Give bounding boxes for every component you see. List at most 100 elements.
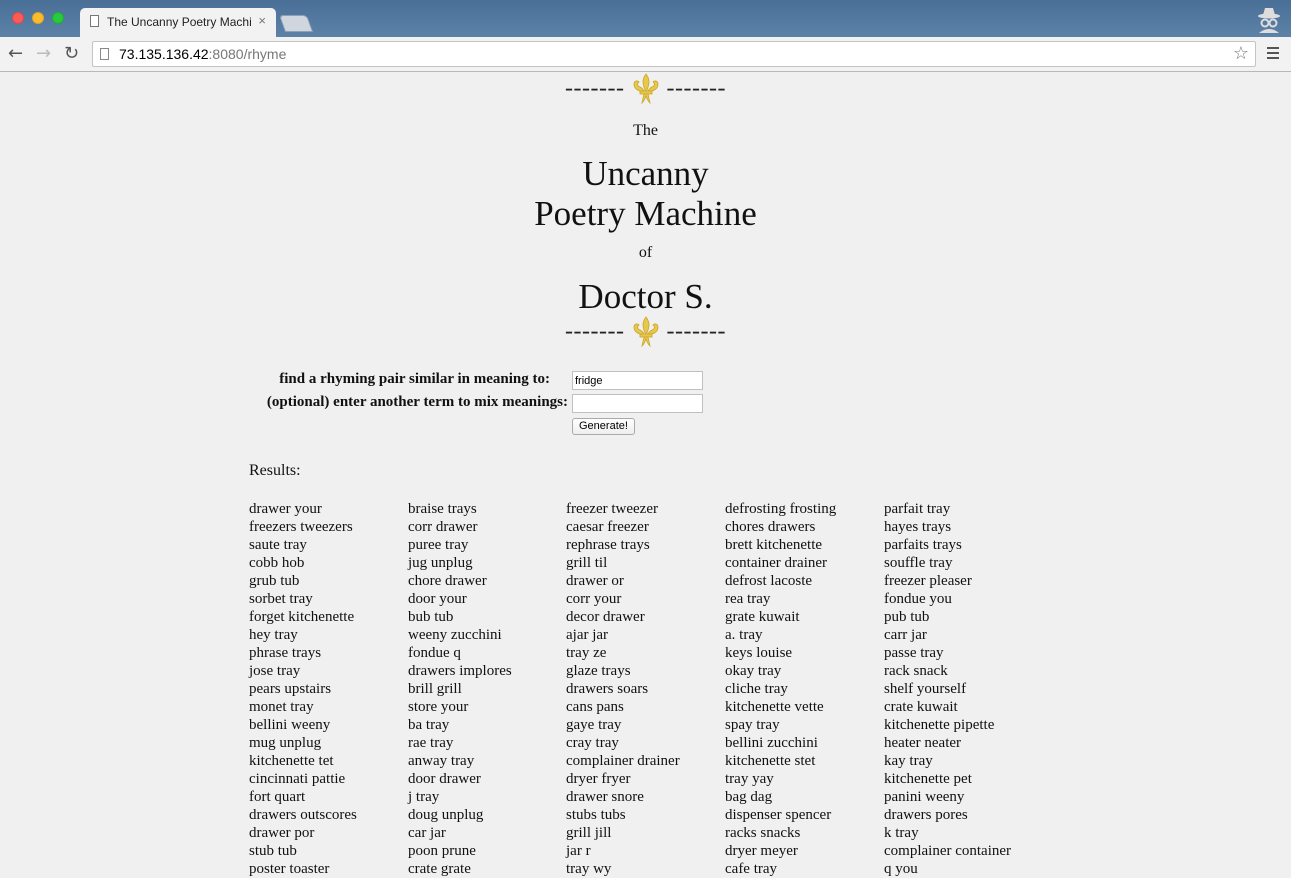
results-column: parfait tray hayes trays parfaits trays sou… — [884, 500, 1043, 878]
rhyme-result-item: anway tray — [408, 753, 475, 769]
rhyme-result-item: fort quart — [249, 789, 306, 805]
maximize-window-button[interactable] — [52, 12, 64, 24]
rhyme-result-item: grate kuwait — [725, 609, 800, 625]
browser-tab[interactable]: The Uncanny Poetry Machi × — [80, 8, 276, 37]
back-arrow-icon[interactable]: ← — [8, 43, 23, 64]
rhyme-result-item: rea tray — [725, 591, 771, 607]
rhyme-result-item: dryer fryer — [566, 771, 631, 787]
rhyme-result-item: okay tray — [725, 663, 782, 679]
rhyme-result-item: j tray — [408, 789, 440, 805]
divider-dashes-left: ------- — [565, 75, 625, 102]
rhyme-result-item: ajar jar — [566, 627, 609, 643]
rhyme-result-item: heater neater — [884, 735, 962, 751]
fleur-de-lis-icon — [633, 73, 658, 105]
rhyme-result-item: kitchenette pet — [884, 771, 972, 787]
rhyme-result-item: pears upstairs — [249, 681, 332, 697]
bookmark-star-icon[interactable]: ☆ — [1233, 43, 1249, 64]
rhyme-result-item: brill grill — [408, 681, 462, 697]
rhyme-result-item: rae tray — [408, 735, 454, 751]
rhyme-result-item: kitchenette pipette — [884, 717, 995, 733]
rhyme-result-item: container drainer — [725, 555, 828, 571]
rhyme-result-item: passe tray — [884, 645, 944, 661]
rhyme-result-item: defrosting frosting — [725, 501, 837, 517]
rhyme-result-item: bellini weeny — [249, 717, 331, 733]
title-of: of — [638, 244, 653, 261]
rhyme-result-item: rephrase trays — [566, 537, 650, 553]
mix-meaning-input[interactable] — [572, 394, 703, 413]
rhyme-result-item: freezer pleaser — [884, 573, 972, 589]
rhyme-result-item: freezers tweezers — [249, 519, 353, 535]
results-column: defrosting frosting chores drawers brett k… — [725, 500, 884, 878]
minimize-window-button[interactable] — [32, 12, 44, 24]
rhyme-result-item: fondue q — [408, 645, 461, 661]
page-content: ------- ------- The Uncanny Poetry Machi… — [0, 72, 1291, 877]
rhyme-result-item: store your — [408, 699, 469, 715]
divider-dashes-right: ------- — [666, 75, 726, 102]
rhyme-result-item: chore drawer — [408, 573, 487, 589]
rhyme-result-item: drawer or — [566, 573, 624, 589]
rhyme-result-item: q you — [884, 861, 918, 877]
rhyme-result-item: dispenser spencer — [725, 807, 832, 823]
rhyme-result-item: souffle tray — [884, 555, 953, 571]
reload-icon[interactable]: ↻ — [64, 43, 79, 64]
rhyme-result-item: jose tray — [249, 663, 301, 679]
page-icon — [90, 15, 99, 27]
rhyme-result-item: hayes trays — [884, 519, 952, 535]
rhyme-result-item: stub tub — [249, 843, 297, 859]
rhyme-result-item: weeny zucchini — [408, 627, 502, 643]
rhyme-result-item: kitchenette tet — [249, 753, 334, 769]
rhyme-result-item: cincinnati pattie — [249, 771, 346, 787]
url-text[interactable]: 73.135.136.42:8080/rhyme — [119, 46, 286, 62]
rhyme-result-item: poster toaster — [249, 861, 330, 877]
rhyme-result-item: grub tub — [249, 573, 300, 589]
rhyme-result-item: tray ze — [566, 645, 607, 661]
rhyme-result-item: bag dag — [725, 789, 773, 805]
author-title: Doctor S. — [578, 277, 713, 316]
rhyme-result-item: corr your — [566, 591, 622, 607]
meaning-label: find a rhyming pair similar in meaning t… — [279, 371, 550, 387]
rhyme-result-item: grill jill — [566, 825, 612, 841]
rhyme-result-item: braise trays — [408, 501, 477, 517]
rhyme-result-item: parfait tray — [884, 501, 951, 517]
rhyme-result-item: chores drawers — [725, 519, 816, 535]
page-icon — [100, 48, 109, 60]
fleur-de-lis-icon — [633, 316, 658, 348]
results-label: Results: — [249, 462, 301, 479]
rhyme-result-item: dryer meyer — [725, 843, 798, 859]
rhyme-result-item: saute tray — [249, 537, 307, 553]
close-window-button[interactable] — [12, 12, 24, 24]
tab-close-icon[interactable]: × — [258, 13, 266, 28]
rhyme-result-item: cans pans — [566, 699, 624, 715]
mix-meaning-label: (optional) enter another term to mix mea… — [266, 394, 568, 410]
tab-title: The Uncanny Poetry Machi — [107, 15, 252, 29]
rhyme-result-item: racks snacks — [725, 825, 801, 841]
new-tab-button[interactable] — [278, 15, 314, 32]
rhyme-result-item: pub tub — [884, 609, 930, 625]
rhyme-result-item: caesar freezer — [566, 519, 649, 535]
rhyme-result-item: glaze trays — [566, 663, 631, 679]
meaning-input[interactable] — [572, 371, 703, 390]
rhyme-result-item: kay tray — [884, 753, 933, 769]
bottom-divider: ------- ------- — [0, 315, 1291, 349]
rhyme-result-item: bub tub — [408, 609, 454, 625]
menu-icon[interactable] — [1267, 47, 1279, 59]
top-divider: ------- ------- — [0, 72, 1291, 106]
generate-button[interactable]: Generate! — [572, 418, 635, 435]
rhyme-result-item: shelf yourself — [884, 681, 967, 697]
address-bar[interactable]: 73.135.136.42:8080/rhyme ☆ — [92, 41, 1256, 67]
rhyme-result-item: corr drawer — [408, 519, 478, 535]
rhyme-result-item: jar r — [566, 843, 591, 859]
rhyme-result-item: car jar — [408, 825, 446, 841]
rhyme-result-item: keys louise — [725, 645, 793, 661]
rhyme-result-item: jug unplug — [408, 555, 473, 571]
rhyme-result-item: puree tray — [408, 537, 469, 553]
incognito-icon — [1258, 8, 1280, 33]
rhyme-result-item: tray wy — [566, 861, 612, 877]
rhyme-result-item: grill til — [566, 555, 608, 571]
rhyme-result-item: crate grate — [408, 861, 471, 877]
rhyme-result-item: cray tray — [566, 735, 619, 751]
rhyme-result-item: drawer por — [249, 825, 315, 841]
forward-arrow-icon[interactable]: → — [36, 43, 51, 64]
rhyme-result-item: kitchenette stet — [725, 753, 816, 769]
results-column: braise trays corr drawer puree tray jug unp… — [408, 500, 567, 878]
